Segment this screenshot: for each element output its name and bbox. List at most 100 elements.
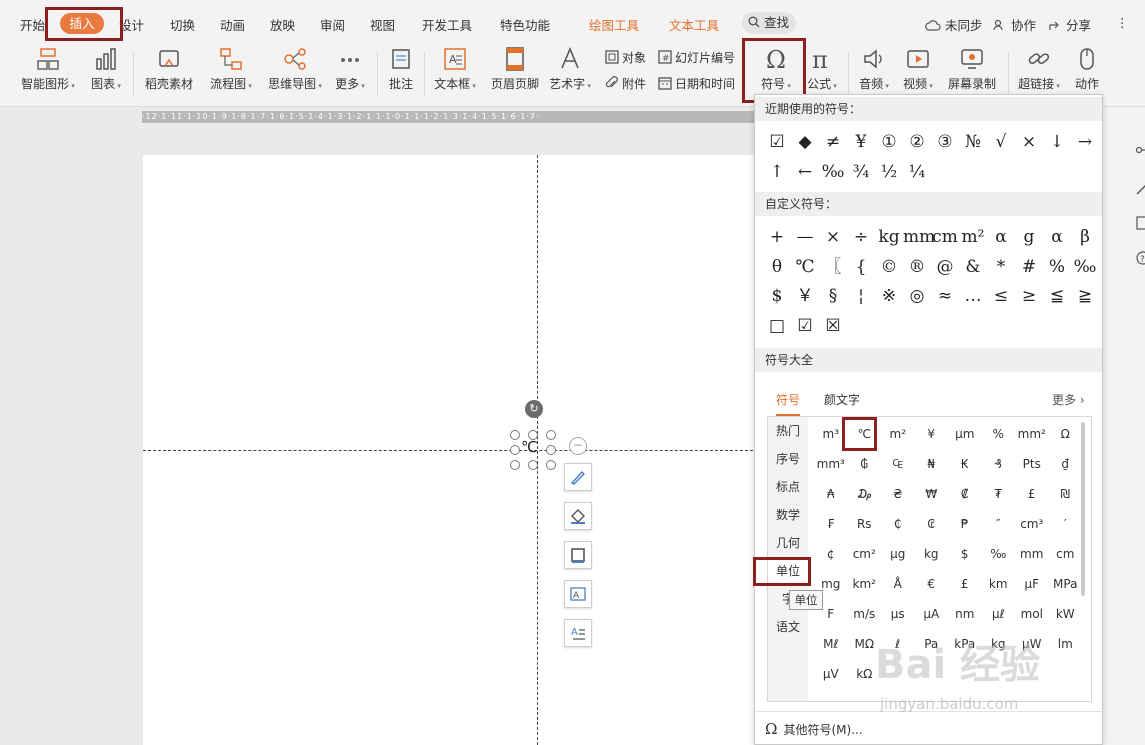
custom-symbol-cell[interactable]: ≥ [1015,282,1043,312]
custom-symbol-cell[interactable]: # [1015,253,1043,283]
recent-symbol-cell[interactable]: ③ [931,128,959,158]
custom-symbol-cell[interactable]: mm [903,223,935,253]
unit-symbol-cell[interactable]: ₱ [948,509,982,539]
date-time-button[interactable]: 日期和时间 [658,75,735,92]
custom-symbol-cell[interactable]: α [1043,223,1071,253]
unit-symbol-cell[interactable]: μs [881,599,915,629]
textbox-button[interactable]: A 文本框 [432,44,478,104]
unit-symbol-cell[interactable]: ¥ [915,419,949,449]
unit-symbol-cell[interactable]: m/s [848,599,882,629]
other-symbols-button[interactable]: Ω 其他符号(M)... [755,711,1102,745]
recent-symbol-cell[interactable]: ① [875,128,903,158]
recent-symbol-cell[interactable]: √ [987,128,1015,158]
fill-button[interactable] [564,502,592,530]
recent-symbol-cell[interactable]: ↑ [763,158,791,188]
outline-button[interactable] [564,541,592,569]
unit-symbol-cell[interactable]: ₭ [948,449,982,479]
custom-symbol-cell[interactable]: % [1043,253,1071,283]
subtab-symbols[interactable]: 符号 [776,391,801,416]
chart-button[interactable]: 图表 [88,44,124,104]
tab-home[interactable]: 开始 [20,15,45,34]
unit-symbol-cell[interactable]: MPa [1049,569,1083,599]
unit-symbol-cell[interactable]: cm² [848,539,882,569]
collab-button[interactable]: 协作 [993,15,1036,34]
search-button[interactable]: 查找 [742,12,796,34]
shape-style-button[interactable] [564,463,592,491]
recent-symbol-cell[interactable]: № [959,128,987,158]
custom-symbol-cell[interactable]: © [875,253,903,283]
unit-symbol-cell[interactable]: % [982,419,1016,449]
attachment-button[interactable]: 附件 [605,75,646,92]
unit-symbol-cell[interactable]: £ [1015,479,1049,509]
unit-symbol-cell[interactable]: ₮ [982,479,1016,509]
custom-symbol-cell[interactable]: β [1071,223,1099,253]
custom-symbol-cell[interactable]: $ [763,282,791,312]
custom-symbol-cell[interactable]: ≤ [987,282,1015,312]
unit-symbol-cell[interactable]: nm [948,599,982,629]
symbol-scrollbar[interactable] [1081,422,1085,596]
unit-symbol-cell[interactable]: mm² [1015,419,1049,449]
tab-developer[interactable]: 开发工具 [422,15,472,34]
recent-symbol-cell[interactable]: ≠ [819,128,847,158]
custom-symbol-cell[interactable]: ☒ [819,312,847,342]
custom-symbol-cell[interactable]: ≧ [1071,282,1099,312]
unit-symbol-cell[interactable]: ₩ [915,479,949,509]
custom-symbol-cell[interactable]: ‰ [1071,253,1099,283]
header-footer-button[interactable]: 页眉页脚 [489,44,541,104]
category-3[interactable]: 数学 [768,501,808,529]
resize-handle[interactable] [546,460,556,470]
custom-symbol-cell[interactable]: ¦ [847,282,875,312]
comment-button[interactable]: 批注 [386,44,416,104]
tab-drawing-tools[interactable]: 绘图工具 [589,15,639,34]
category-4[interactable]: 几何 [768,529,808,557]
recent-symbol-cell[interactable]: ② [903,128,931,158]
unit-symbol-cell[interactable]: μV [814,659,848,689]
unit-symbol-cell[interactable]: km [982,569,1016,599]
shell-material-button[interactable]: 稻壳素材 [142,44,196,104]
recent-symbol-cell[interactable]: ¥ [847,128,875,158]
unit-symbol-cell[interactable]: μA [915,599,949,629]
custom-symbol-cell[interactable]: ® [903,253,931,283]
resize-handle[interactable] [546,430,556,440]
custom-symbol-cell[interactable]: @ [931,253,959,283]
magic-icon[interactable] [1135,180,1145,196]
help-icon[interactable]: ? [1135,250,1145,266]
category-2[interactable]: 标点 [768,473,808,501]
custom-symbol-cell[interactable]: 〖 [819,253,847,283]
text-effect-button[interactable]: A [564,619,592,647]
rotate-handle-icon[interactable]: ↻ [525,400,543,418]
resize-handle[interactable] [546,445,556,455]
unit-symbol-cell[interactable]: kW [1049,599,1083,629]
subtab-kaomoji[interactable]: 颜文字 [824,391,860,408]
unit-symbol-cell[interactable] [1049,659,1083,689]
mindmap-button[interactable]: 思维导图 [264,44,326,104]
unit-symbol-cell[interactable]: cm³ [1015,509,1049,539]
custom-symbol-cell[interactable]: m² [959,223,987,253]
unit-symbol-cell[interactable]: ₯ [848,479,882,509]
tab-review[interactable]: 审阅 [320,15,345,34]
unit-symbol-cell[interactable]: ₰ [982,449,1016,479]
custom-symbol-cell[interactable]: & [959,253,987,283]
recent-symbol-cell[interactable]: ¾ [847,158,875,188]
custom-symbol-cell[interactable]: § [819,282,847,312]
unit-symbol-cell[interactable]: mm³ [814,449,848,479]
collapse-icon[interactable]: − [569,437,587,455]
unit-symbol-cell[interactable]: mm [1015,539,1049,569]
unit-symbol-cell[interactable]: Ω [1049,419,1083,449]
custom-symbol-cell[interactable]: cm [931,223,959,253]
sync-status[interactable]: 未同步 [925,15,983,34]
unit-symbol-cell[interactable]: ₠ [881,449,915,479]
smart-shape-button[interactable]: 智能图形 [18,44,78,104]
resize-handle[interactable] [510,430,520,440]
unit-symbol-cell[interactable]: ₳ [814,479,848,509]
recent-symbol-cell[interactable]: ‰ [819,158,847,188]
custom-symbol-cell[interactable]: ℃ [791,253,819,283]
recent-symbol-cell[interactable]: ↓ [1043,128,1071,158]
unit-symbol-cell[interactable]: ₢ [915,509,949,539]
unit-symbol-cell[interactable]: μm [948,419,982,449]
recent-symbol-cell[interactable]: → [1071,128,1099,158]
properties-icon[interactable] [1135,142,1145,158]
resize-handle[interactable] [510,445,520,455]
unit-symbol-cell[interactable]: km² [848,569,882,599]
unit-symbol-cell[interactable]: ₦ [915,449,949,479]
